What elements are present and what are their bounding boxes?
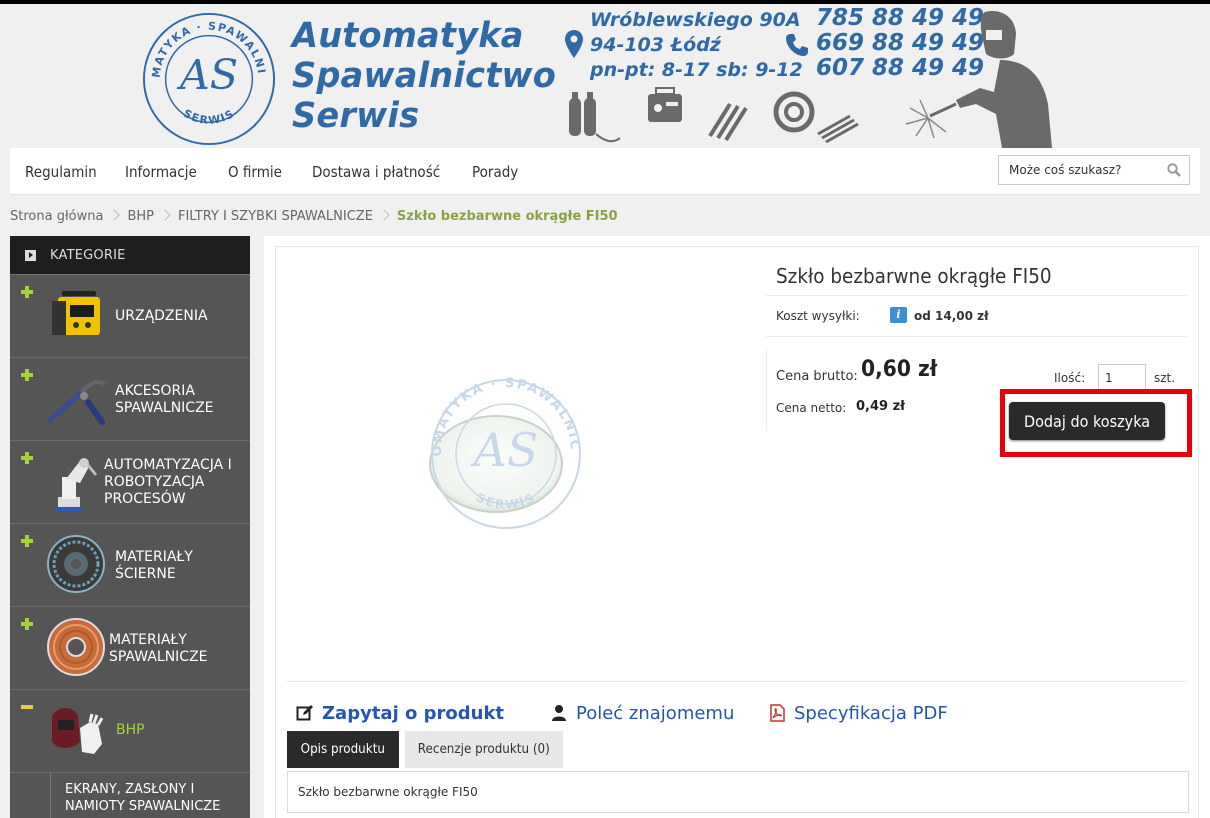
product-panel: AUTOMATYKA · SPAWALNICTWO SERWIS AS Szkł… [264,236,1210,818]
quantity-unit: szt. [1154,371,1176,385]
category-urzadzenia[interactable]: URZĄDZENIA [10,275,250,358]
breadcrumb: Strona główna BHP FILTRY I SZYBKI SPAWALNI… [10,209,618,224]
welding-torch-thumbnail [47,380,106,425]
svg-text:AS: AS [176,51,238,99]
subcategory-ekrany-zaslony[interactable]: EKRANY, ZASŁONY I NAMIOTY SPAWALNICZE [50,773,250,818]
recommend-to-friend-link[interactable]: Poleć znajomemu [550,703,734,724]
expand-plus-icon[interactable] [21,452,33,464]
category-label: MATERIAŁY SPAWALNICZE [109,632,208,665]
product-image[interactable]: AUTOMATYKA · SPAWALNICTWO SERWIS AS [426,372,586,532]
svg-text:AS: AS [470,423,539,477]
expand-plus-icon[interactable] [21,286,33,298]
quantity-input[interactable] [1098,364,1146,392]
product-description: Szkło bezbarwne okrągłe FI50 [287,771,1189,813]
add-to-cart-button[interactable]: Dodaj do koszyka [1009,402,1165,440]
breadcrumb-filters[interactable]: FILTRY I SZYBKI SPAWALNICZE [178,209,373,224]
brand-name: Automatyka Spawalnictwo Serwis [292,16,557,136]
categories-heading: KATEGORIE [10,236,250,275]
category-label: AUTOMATYZACJA I ROBOTYZACJA PROCESÓW [104,457,232,507]
divider [766,347,767,431]
category-label: BHP [116,722,145,738]
tab-recenzje-produktu[interactable]: Recenzje produktu (0) [405,731,563,768]
product-card: AUTOMATYKA · SPAWALNICTWO SERWIS AS Szkł… [275,246,1199,818]
pdf-icon [770,704,785,722]
quantity-label: Ilość: [1054,371,1086,385]
gross-price-label: Cena brutto: [776,369,858,384]
main-navigation: Regulamin Informacje O firmie Dostawa i … [10,148,1200,195]
category-materialy-scierne[interactable]: MATERIAŁY ŚCIERNE [10,524,250,607]
divider [766,295,1188,296]
ask-about-product-link[interactable]: Zapytaj o produkt [296,703,504,724]
user-icon [552,705,566,721]
breadcrumb-separator [378,209,390,221]
category-label: URZĄDZENIA [115,308,208,324]
expand-plus-icon[interactable] [21,618,33,630]
nav-item-porady[interactable]: Porady [472,163,518,181]
edit-icon [296,705,313,721]
nav-item-o-firmie[interactable]: O firmie [228,163,282,181]
breadcrumb-separator [108,209,121,221]
nav-item-regulamin[interactable]: Regulamin [25,163,97,181]
welder-illustration [905,10,1052,148]
pdf-specification-link[interactable]: Specyfikacja PDF [768,703,948,724]
svg-text:SERWIS: SERWIS [181,107,237,127]
gross-price-value: 0,60 zł [861,357,938,382]
category-label: MATERIAŁY ŚCIERNE [115,549,193,582]
breadcrumb-separator [159,209,171,221]
search-box [998,155,1190,185]
helmet-gloves-thumbnail [52,707,104,754]
category-sidebar: KATEGORIE URZĄDZENIA AKCESORIA SPAWALNIC… [10,236,250,818]
net-price-label: Cena netto: [776,401,847,415]
category-akcesoria[interactable]: AKCESORIA SPAWALNICZE [10,358,250,441]
breadcrumb-current: Szkło bezbarwne okrągłe FI50 [396,209,618,224]
welding-equipment-illustration [569,87,859,144]
shipping-cost-value: od 14,00 zł [914,309,989,323]
category-automatyzacja[interactable]: AUTOMATYZACJA I ROBOTYZACJA PROCESÓW [10,441,250,524]
shipping-cost-label: Koszt wysyłki: [776,309,860,323]
subcategory-label: EKRANY, ZASŁONY I NAMIOTY SPAWALNICZE [65,782,221,814]
tab-opis-produktu[interactable]: Opis produktu [287,731,399,768]
expand-plus-icon[interactable] [21,369,33,381]
category-bhp[interactable]: BHP [10,690,250,773]
product-title: Szkło bezbarwne okrągłe FI50 [776,264,1052,288]
welding-machine-thumbnail [52,291,100,335]
divider [287,681,1187,682]
site-header: AUTOMATYKA · SPAWALNICTWO SERWIS AS Auto… [0,4,1210,148]
nav-item-informacje[interactable]: Informacje [125,163,197,181]
location-pin-icon [565,30,583,58]
flap-disc-thumbnail [47,535,105,593]
store-address: Wróblewskiego 90A 94-103 Łódź pn-pt: 8-1… [590,9,803,81]
search-icon[interactable] [1167,163,1181,177]
wire-spool-thumbnail [47,618,105,676]
info-icon[interactable]: i [890,307,907,323]
robot-arm-thumbnail [56,458,98,511]
divider [766,336,1188,337]
company-seal-logo[interactable]: AUTOMATYKA · SPAWALNICTWO SERWIS AS [140,10,278,148]
nav-item-dostawa[interactable]: Dostawa i płatność [312,163,440,181]
collapse-minus-icon[interactable] [21,705,33,709]
category-materialy-spawalnicze[interactable]: MATERIAŁY SPAWALNICZE [10,607,250,690]
net-price-value: 0,49 zł [856,399,905,414]
category-label: AKCESORIA SPAWALNICZE [115,383,214,416]
search-input[interactable] [999,156,1159,184]
breadcrumb-bhp[interactable]: BHP [127,209,154,224]
play-square-icon [25,250,36,261]
phone-icon [786,34,808,56]
breadcrumb-home[interactable]: Strona główna [10,209,103,224]
expand-plus-icon[interactable] [21,535,33,547]
